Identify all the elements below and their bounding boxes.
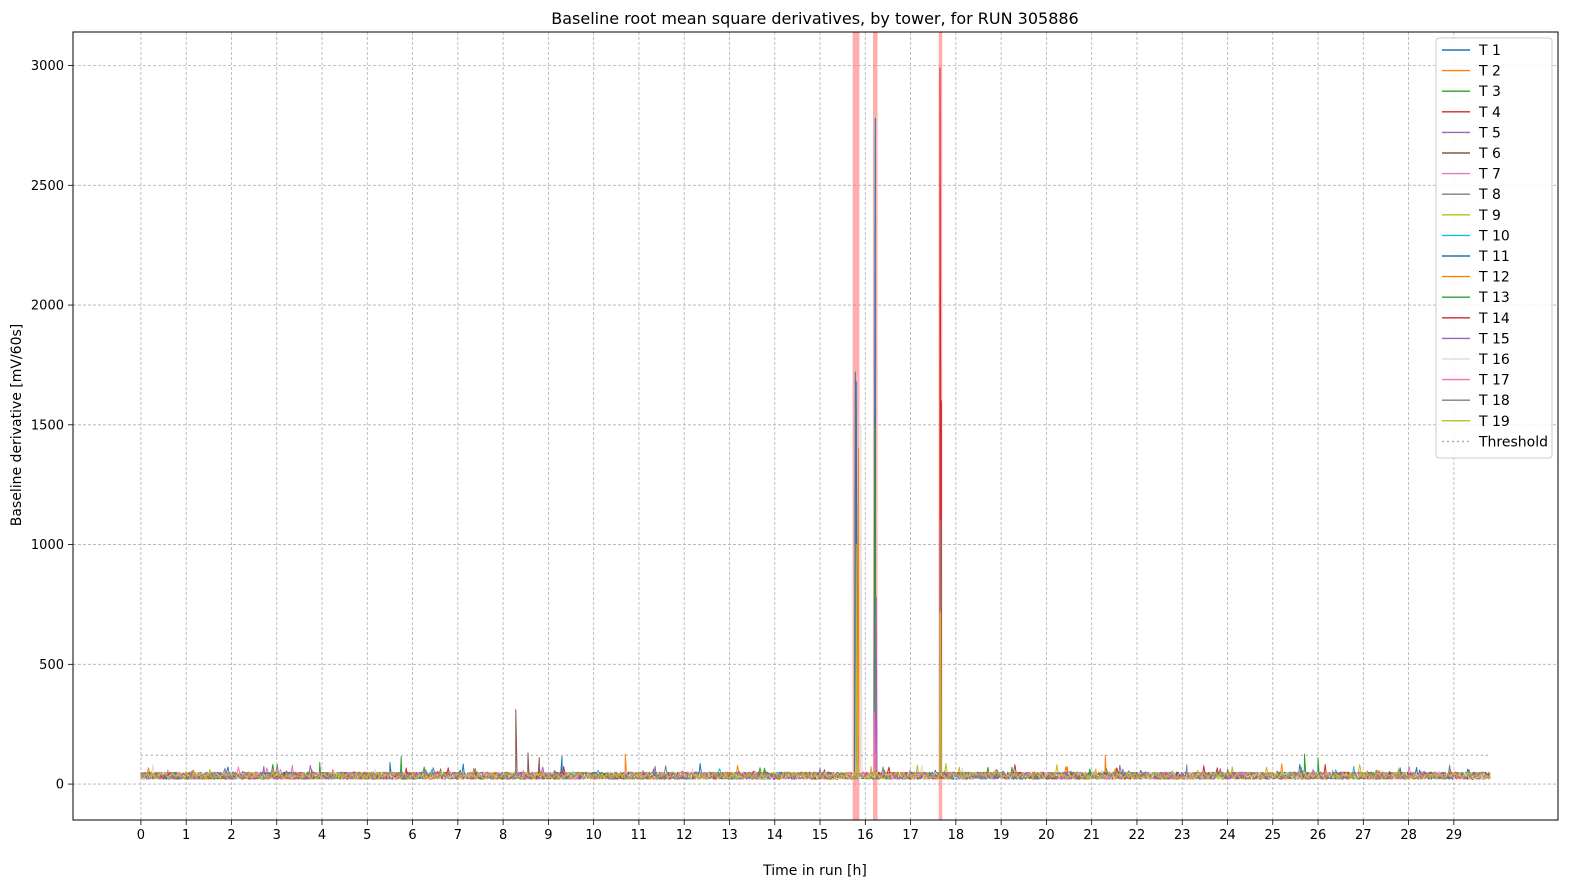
legend-label: T 10	[1478, 228, 1510, 244]
legend-label: T 16	[1478, 352, 1510, 368]
y-axis-label: Baseline derivative [mV/60s]	[9, 324, 25, 527]
x-tick-label: 5	[363, 828, 371, 843]
legend-label: T 5	[1478, 125, 1501, 141]
legend-label: T 18	[1478, 393, 1510, 409]
series-line	[140, 400, 1491, 780]
series-line	[140, 711, 1491, 780]
x-tick-label: 20	[1038, 828, 1055, 843]
series-line	[140, 520, 1491, 780]
legend-label: Threshold	[1478, 434, 1548, 450]
x-tick-label: 25	[1264, 828, 1281, 843]
legend-label: T 1	[1478, 43, 1501, 59]
x-tick-label: 18	[948, 828, 965, 843]
legend: T 1 T 2 T 3 T 4 T 5 T 6 T 7 T 8 T 9 T 10 T 11 T 12 T…	[1435, 37, 1553, 459]
legend-label: T 19	[1478, 414, 1510, 430]
y-tick-label: 2500	[31, 179, 64, 194]
x-tick-label: 0	[137, 828, 145, 843]
series-line	[140, 117, 1491, 780]
legend-label: T 17	[1478, 373, 1510, 389]
chart-title: Baseline root mean square derivatives, b…	[551, 9, 1078, 28]
y-tick-label: 0	[56, 778, 64, 793]
plot-frame	[72, 31, 1559, 821]
x-tick-label: 29	[1446, 828, 1463, 843]
x-tick-label: 17	[902, 828, 919, 843]
x-tick-label: 28	[1400, 828, 1417, 843]
x-tick-label: 26	[1310, 828, 1327, 843]
x-tick-label: 19	[993, 828, 1010, 843]
x-tick-label: 6	[408, 828, 416, 843]
series-line	[140, 67, 1491, 780]
legend-label: T 6	[1478, 146, 1501, 162]
legend-label: T 11	[1478, 249, 1510, 265]
series-line	[140, 424, 1491, 780]
y-tick-label: 3000	[31, 59, 64, 74]
series-line	[140, 568, 1491, 780]
x-tick-label: 24	[1219, 828, 1236, 843]
x-tick-label: 21	[1083, 828, 1100, 843]
x-tick-label: 2	[227, 828, 235, 843]
y-tick-label: 2000	[31, 299, 64, 314]
y-tick-label: 1500	[31, 418, 64, 433]
x-tick-label: 13	[721, 828, 738, 843]
series-line	[140, 400, 1491, 780]
y-tick-label: 1000	[31, 538, 64, 553]
x-tick-label: 3	[273, 828, 281, 843]
x-tick-label: 4	[318, 828, 326, 843]
legend-label: T 12	[1478, 270, 1510, 286]
series-line	[140, 544, 1491, 780]
line-chart: Baseline root mean square derivatives, b…	[9, 9, 1559, 879]
x-tick-label: 9	[544, 828, 552, 843]
series-line	[140, 448, 1491, 780]
axes: 0 1 2 3 4 5 6 7 8 9 10 11 12 13 14 15 16 17 18 19 20 21 22 23 24…	[31, 31, 1559, 843]
x-tick-label: 27	[1355, 828, 1372, 843]
highlight-bands	[852, 32, 943, 820]
x-tick-label: 23	[1174, 828, 1191, 843]
x-tick-label: 14	[766, 828, 783, 843]
x-tick-label: 7	[454, 828, 462, 843]
series-line	[140, 596, 1491, 780]
legend-label: T 7	[1478, 167, 1501, 183]
series-lines	[140, 67, 1491, 780]
x-tick-label: 16	[857, 828, 874, 843]
legend-label: T 15	[1478, 331, 1510, 347]
legend-label: T 3	[1478, 84, 1501, 100]
grid-lines	[73, 32, 1558, 820]
legend-label: T 8	[1478, 187, 1501, 203]
legend-label: T 13	[1478, 290, 1510, 306]
x-axis-label: Time in run [h]	[762, 863, 867, 879]
series-line	[140, 409, 1491, 780]
legend-label: T 2	[1478, 64, 1501, 80]
y-tick-label: 500	[39, 658, 64, 673]
x-tick-label: 10	[585, 828, 602, 843]
x-tick-label: 22	[1129, 828, 1146, 843]
series-line	[140, 381, 1491, 780]
x-tick-label: 11	[631, 828, 648, 843]
x-tick-label: 1	[182, 828, 190, 843]
x-tick-label: 15	[812, 828, 829, 843]
series-line	[140, 709, 1491, 780]
legend-label: T 14	[1478, 311, 1510, 327]
chart-container: Baseline root mean square derivatives, b…	[0, 0, 1595, 886]
x-tick-label: 8	[499, 828, 507, 843]
legend-label: T 9	[1478, 208, 1501, 224]
x-tick-label: 12	[676, 828, 693, 843]
legend-label: T 4	[1478, 105, 1501, 121]
series-line	[140, 424, 1491, 780]
